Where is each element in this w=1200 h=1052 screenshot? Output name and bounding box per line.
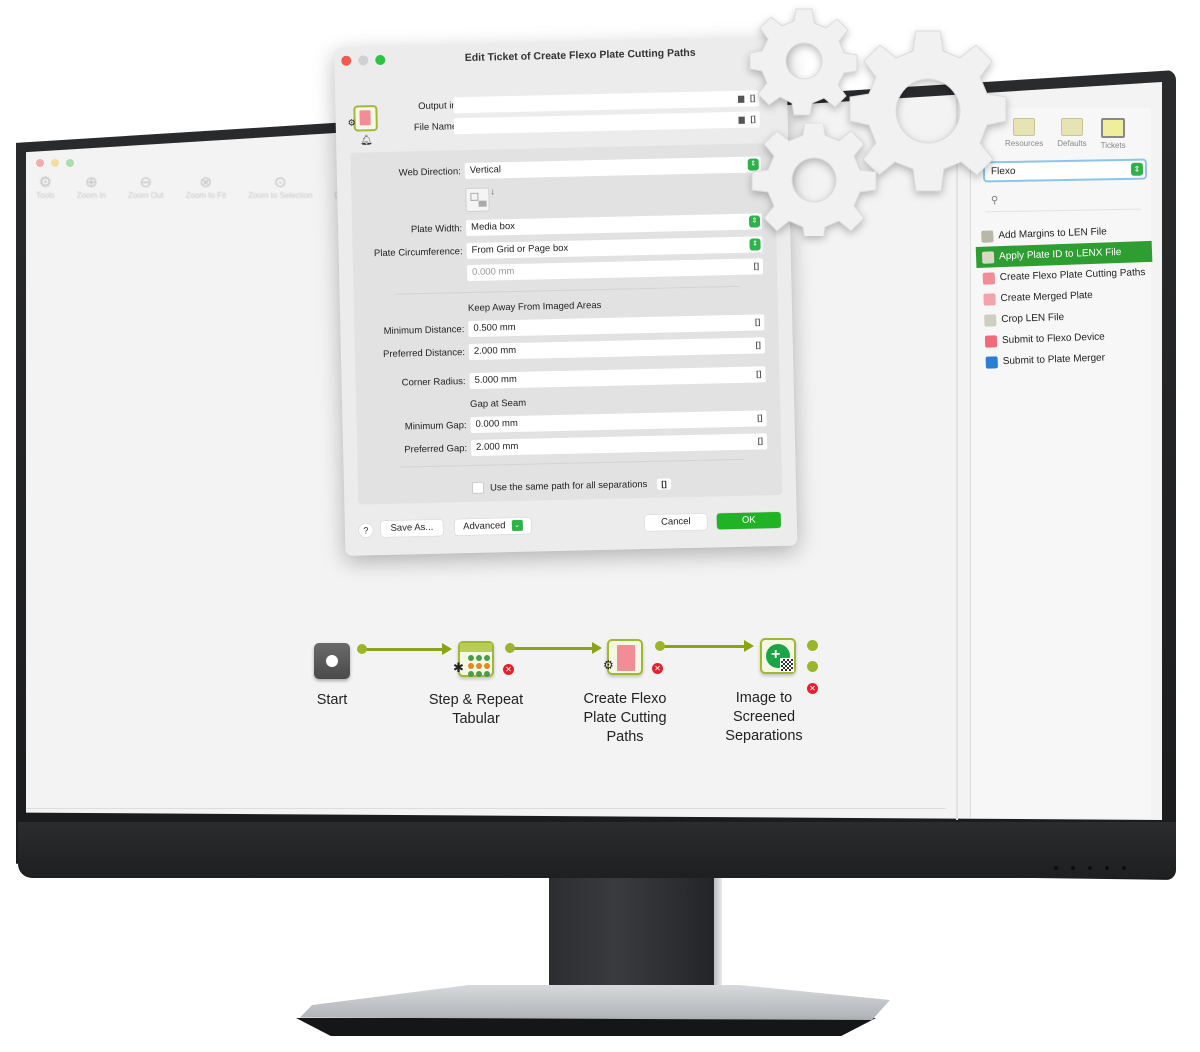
monitor-stand-edge: [714, 870, 722, 1002]
search-input[interactable]: ⚲: [984, 192, 1142, 213]
zoom-button[interactable]: [66, 159, 74, 167]
gap-at-seam-title: Gap at Seam: [469, 397, 527, 411]
monitor-buttons: [1054, 866, 1126, 870]
zoom-in-icon: ⊕: [85, 174, 98, 191]
gear-decoration-small-top: [749, 8, 858, 116]
workflow-node-start[interactable]: [314, 643, 350, 679]
arrow-down-icon: ↓: [490, 186, 495, 197]
file-name-field[interactable]: ▆ []: [453, 111, 760, 135]
workflow-connector[interactable]: [655, 640, 754, 652]
folder-icon[interactable]: ▆: [738, 91, 745, 107]
workflow-label-create-flexo: Create Flexo Plate Cutting Paths: [583, 691, 667, 745]
workflow-connector[interactable]: [505, 642, 602, 654]
same-path-checkbox[interactable]: [471, 481, 485, 494]
ticket-icon: [983, 292, 996, 306]
toolbar-zoom-out[interactable]: ⊖ Zoom Out: [128, 174, 164, 201]
monitor-chin: [18, 822, 1176, 878]
flexo-pages-icon: [617, 645, 635, 671]
error-output-icon[interactable]: ✕: [503, 664, 514, 675]
gear-icon: [751, 124, 877, 236]
tab-tickets[interactable]: Tickets: [1101, 118, 1126, 150]
gear-icon: ⚙: [38, 174, 53, 191]
workflow-label-image-to-screened: Image to Screened Separations: [725, 690, 803, 744]
toolbar-tools[interactable]: ⚙ Tools: [36, 174, 55, 201]
workflow-connector[interactable]: [357, 643, 452, 655]
defaults-icon: [1060, 118, 1083, 136]
tab-resources[interactable]: Resources: [1005, 118, 1043, 150]
stepper-icon: ⇕: [749, 238, 761, 251]
zoom-fit-icon: ⊗: [199, 174, 213, 191]
close-button[interactable]: [36, 159, 44, 167]
output-connector[interactable]: [807, 640, 818, 651]
variable-icon[interactable]: []: [757, 410, 763, 426]
edit-ticket-dialog: Edit Ticket of Create Flexo Plate Cuttin…: [334, 37, 798, 556]
canvas-bottom-border: [26, 808, 946, 809]
folder-icon[interactable]: ▆: [738, 112, 745, 128]
ticket-icon: [982, 271, 996, 285]
monitor-base-shadow: [296, 1018, 876, 1036]
zoom-selection-icon: ⊙: [274, 174, 287, 191]
monitor-stand-neck: [549, 870, 717, 1002]
minimize-button[interactable]: [51, 159, 59, 167]
web-direction-icon: [465, 187, 490, 213]
cancel-button[interactable]: Cancel: [644, 513, 708, 532]
variable-icon[interactable]: []: [755, 337, 761, 353]
variable-icon[interactable]: []: [657, 477, 671, 490]
dialog-title: Edit Ticket of Create Flexo Plate Cuttin…: [464, 46, 696, 65]
error-output-icon[interactable]: ✕: [652, 663, 663, 674]
ticket-icon: [985, 355, 998, 369]
output-connector[interactable]: [807, 661, 818, 672]
ticket-icon: [981, 250, 995, 264]
workflow-label-step-repeat: Step & Repeat Tabular: [428, 692, 524, 727]
variable-icon[interactable]: []: [756, 366, 762, 382]
dialog-titlebar[interactable]: Edit Ticket of Create Flexo Plate Cuttin…: [334, 38, 786, 72]
toolbar-zoom-fit[interactable]: ⊗ Zoom to Fit: [186, 174, 226, 201]
variable-icon[interactable]: []: [754, 258, 760, 274]
help-button[interactable]: ?: [358, 523, 374, 538]
workflow-node-image-to-screened[interactable]: [760, 638, 796, 674]
ticket-icon: [981, 229, 994, 243]
stepper-icon: ⇕: [1130, 162, 1144, 176]
ticket-icon: [984, 334, 998, 348]
dialog-footer: ? Save As... Advanced ⌄ Cancel OK: [358, 511, 783, 542]
ok-button[interactable]: OK: [716, 511, 782, 530]
chevron-down-icon: ⌄: [511, 519, 523, 532]
gear-decoration-small-bottom: [751, 124, 877, 236]
zoom-out-icon: ⊖: [139, 174, 153, 191]
variable-icon[interactable]: []: [758, 433, 764, 449]
step-repeat-icon: [468, 655, 490, 677]
tab-defaults[interactable]: Defaults: [1057, 118, 1087, 150]
advanced-button[interactable]: Advanced ⌄: [454, 517, 532, 536]
gear-icon: ⚙: [603, 658, 614, 672]
save-as-button[interactable]: Save As...: [380, 519, 444, 538]
workflow-label-start: Start: [316, 692, 348, 708]
resources-icon: [1013, 118, 1036, 136]
tickets-icon: [1101, 118, 1126, 138]
variable-icon[interactable]: []: [755, 314, 761, 330]
ticket-icon: [984, 313, 997, 327]
toolbar-zoom-in[interactable]: ⊕ Zoom In: [77, 174, 106, 201]
resources-panel: Resources Defaults Tickets Flexo ⇕ ⚲ Add…: [970, 108, 1153, 818]
checker-icon: [780, 658, 794, 672]
gear-icon: [749, 8, 858, 116]
output-in-field[interactable]: ▆ []: [453, 90, 760, 114]
asterisk-icon: ✱: [453, 660, 464, 675]
toolbar-zoom-selection[interactable]: ⊙ Zoom to Selection: [248, 174, 312, 201]
toolbar: ⚙ Tools ⊕ Zoom In ⊖ Zoom Out ⊗ Zoom to Fit ⊙…: [36, 174, 358, 201]
ticket-list: Add Margins to LEN File Apply Plate ID t…: [975, 220, 1156, 373]
window-controls: [36, 159, 74, 167]
